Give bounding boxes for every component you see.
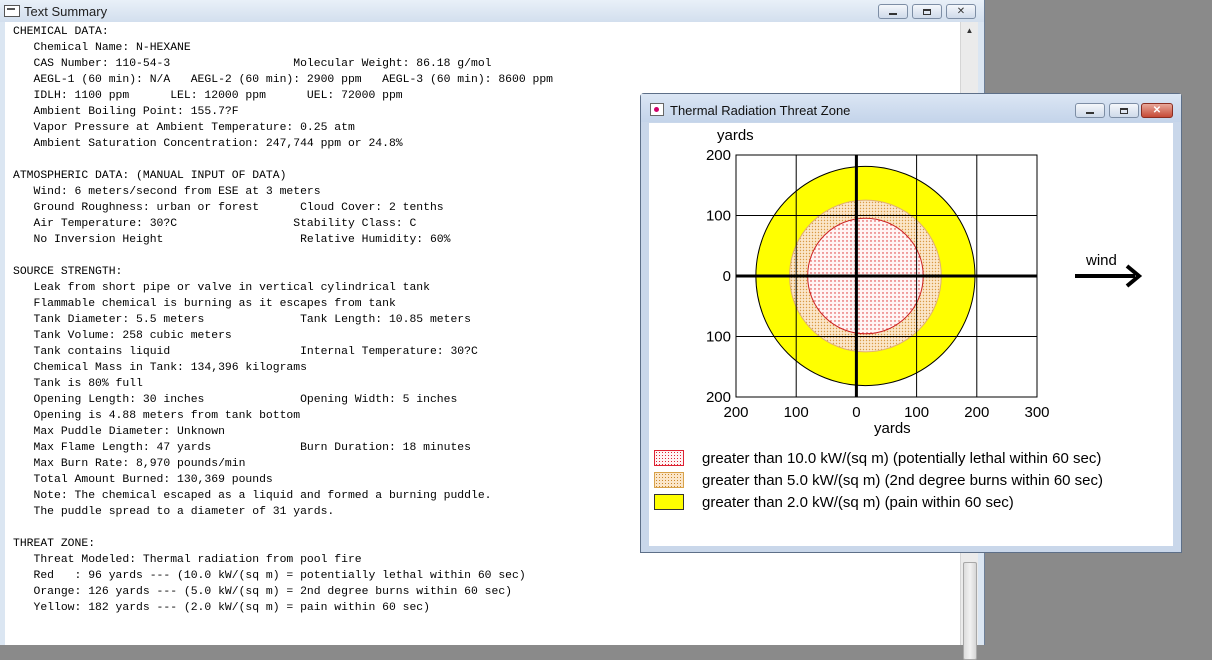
window-title: Text Summary xyxy=(24,4,108,19)
text-summary-titlebar[interactable]: Text Summary ✕ xyxy=(0,0,984,22)
threat-zone-window: Thermal Radiation Threat Zone ✕ 200 100 0 1… xyxy=(640,93,1182,553)
legend-label: greater than 2.0 kW/(sq m) (pain within … xyxy=(702,493,1014,511)
summary-line: Max Burn Rate: 8,970 pounds/min xyxy=(33,458,246,470)
summary-line: Tank is 80% full xyxy=(33,378,143,390)
minimize-icon xyxy=(889,13,897,15)
summary-line: CAS Number: 110-54-3 Molecular Weight: 8… xyxy=(33,58,492,70)
summary-line: Max Flame Length: 47 yards Burn Duration… xyxy=(33,442,471,454)
x-tick-label: 100 xyxy=(784,404,809,421)
summary-line: No Inversion Height Relative Humidity: 6… xyxy=(33,234,451,246)
app-window-icon xyxy=(650,103,664,116)
summary-line: Opening is 4.88 meters from tank bottom xyxy=(33,410,301,422)
summary-text: CHEMICAL DATA: Chemical Name: N-HEXANE C… xyxy=(13,24,553,616)
maximize-button[interactable] xyxy=(1109,103,1139,118)
minimize-icon xyxy=(1086,112,1094,114)
close-icon: ✕ xyxy=(956,6,966,17)
legend-item: greater than 5.0 kW/(sq m) (2nd degree b… xyxy=(654,469,1103,491)
chevron-up-icon: ▲ xyxy=(965,26,974,35)
legend: greater than 10.0 kW/(sq m) (potentially… xyxy=(654,447,1103,513)
summary-line: Ground Roughness: urban or forest Cloud … xyxy=(33,202,444,214)
x-tick-label: 200 xyxy=(964,404,989,421)
summary-line: CHEMICAL DATA: xyxy=(13,26,109,38)
summary-line: IDLH: 1100 ppm LEL: 12000 ppm UEL: 72000… xyxy=(33,90,403,102)
maximize-icon xyxy=(923,8,931,15)
summary-line: Wind: 6 meters/second from ESE at 3 mete… xyxy=(33,186,321,198)
summary-line: Threat Modeled: Thermal radiation from p… xyxy=(33,554,362,566)
summary-line: Tank contains liquid Internal Temperatur… xyxy=(33,346,478,358)
summary-line: AEGL-1 (60 min): N/A AEGL-2 (60 min): 29… xyxy=(33,74,554,86)
close-icon: ✕ xyxy=(1152,105,1162,116)
summary-line: Yellow: 182 yards --- (2.0 kW/(sq m) = p… xyxy=(33,602,430,614)
maximize-button[interactable] xyxy=(912,4,942,19)
x-tick-label: 200 xyxy=(723,404,748,421)
threat-zone-content: 200 100 0 100 200 300 200 100 0 100 200 yards yard… xyxy=(649,123,1173,546)
summary-line: Ambient Saturation Concentration: 247,74… xyxy=(33,138,403,150)
legend-label: greater than 5.0 kW/(sq m) (2nd degree b… xyxy=(702,471,1104,489)
legend-label: greater than 10.0 kW/(sq m) (potentially… xyxy=(702,449,1102,467)
summary-line: Leak from short pipe or valve in vertica… xyxy=(33,282,430,294)
maximize-icon xyxy=(1120,107,1128,114)
summary-line: The puddle spread to a diameter of 31 ya… xyxy=(33,506,335,518)
y-tick-label: 100 xyxy=(706,329,731,346)
x-tick-label: 300 xyxy=(1024,404,1049,421)
summary-line: Opening Length: 30 inches Opening Width:… xyxy=(33,394,458,406)
x-tick-label: 100 xyxy=(904,404,929,421)
summary-line: Tank Volume: 258 cubic meters xyxy=(33,330,232,342)
legend-item: greater than 2.0 kW/(sq m) (pain within … xyxy=(654,491,1103,513)
y-tick-label: 100 xyxy=(706,208,731,225)
summary-line: Flammable chemical is burning as it esca… xyxy=(33,298,396,310)
minimize-button[interactable] xyxy=(878,4,908,19)
minimize-button[interactable] xyxy=(1075,103,1105,118)
summary-line: SOURCE STRENGTH: xyxy=(13,266,123,278)
summary-line: Ambient Boiling Point: 155.7?F xyxy=(33,106,239,118)
scroll-thumb[interactable] xyxy=(963,562,977,660)
summary-line: Note: The chemical escaped as a liquid a… xyxy=(33,490,492,502)
summary-line: Total Amount Burned: 130,369 pounds xyxy=(33,474,273,486)
x-axis-label: yards xyxy=(874,420,911,437)
wind-arrow-icon xyxy=(1075,264,1143,288)
summary-line: Chemical Mass in Tank: 134,396 kilograms xyxy=(33,362,307,374)
summary-line: Orange: 126 yards --- (5.0 kW/(sq m) = 2… xyxy=(33,586,513,598)
app-window-icon xyxy=(4,5,20,17)
threat-zone-titlebar[interactable]: Thermal Radiation Threat Zone ✕ xyxy=(641,94,1181,122)
close-button[interactable]: ✕ xyxy=(1141,103,1173,118)
y-axis-label: yards xyxy=(717,127,754,144)
x-tick-label: 0 xyxy=(852,404,860,421)
y-tick-label: 0 xyxy=(723,268,731,285)
legend-swatch-yellow xyxy=(654,494,684,510)
legend-swatch-red xyxy=(654,450,684,466)
legend-swatch-orange xyxy=(654,472,684,488)
summary-line: ATMOSPHERIC DATA: (MANUAL INPUT OF DATA) xyxy=(13,170,287,182)
close-button[interactable]: ✕ xyxy=(946,4,976,19)
summary-line: THREAT ZONE: xyxy=(13,538,96,550)
threat-zone-plot: 200 100 0 100 200 300 200 100 0 100 200 yards yard… xyxy=(706,127,1143,437)
window-title: Thermal Radiation Threat Zone xyxy=(670,103,851,118)
scroll-up-button[interactable]: ▲ xyxy=(961,22,978,39)
y-tick-label: 200 xyxy=(706,389,731,406)
summary-line: Max Puddle Diameter: Unknown xyxy=(33,426,225,438)
summary-line: Vapor Pressure at Ambient Temperature: 0… xyxy=(33,122,355,134)
summary-line: Chemical Name: N-HEXANE xyxy=(33,42,191,54)
summary-line: Tank Diameter: 5.5 meters Tank Length: 1… xyxy=(33,314,471,326)
wind-label: wind xyxy=(1085,252,1117,269)
y-tick-label: 200 xyxy=(706,147,731,164)
legend-item: greater than 10.0 kW/(sq m) (potentially… xyxy=(654,447,1103,469)
summary-line: Red : 96 yards --- (10.0 kW/(sq m) = pot… xyxy=(33,570,526,582)
summary-line: Air Temperature: 30?C Stability Class: C xyxy=(33,218,417,230)
